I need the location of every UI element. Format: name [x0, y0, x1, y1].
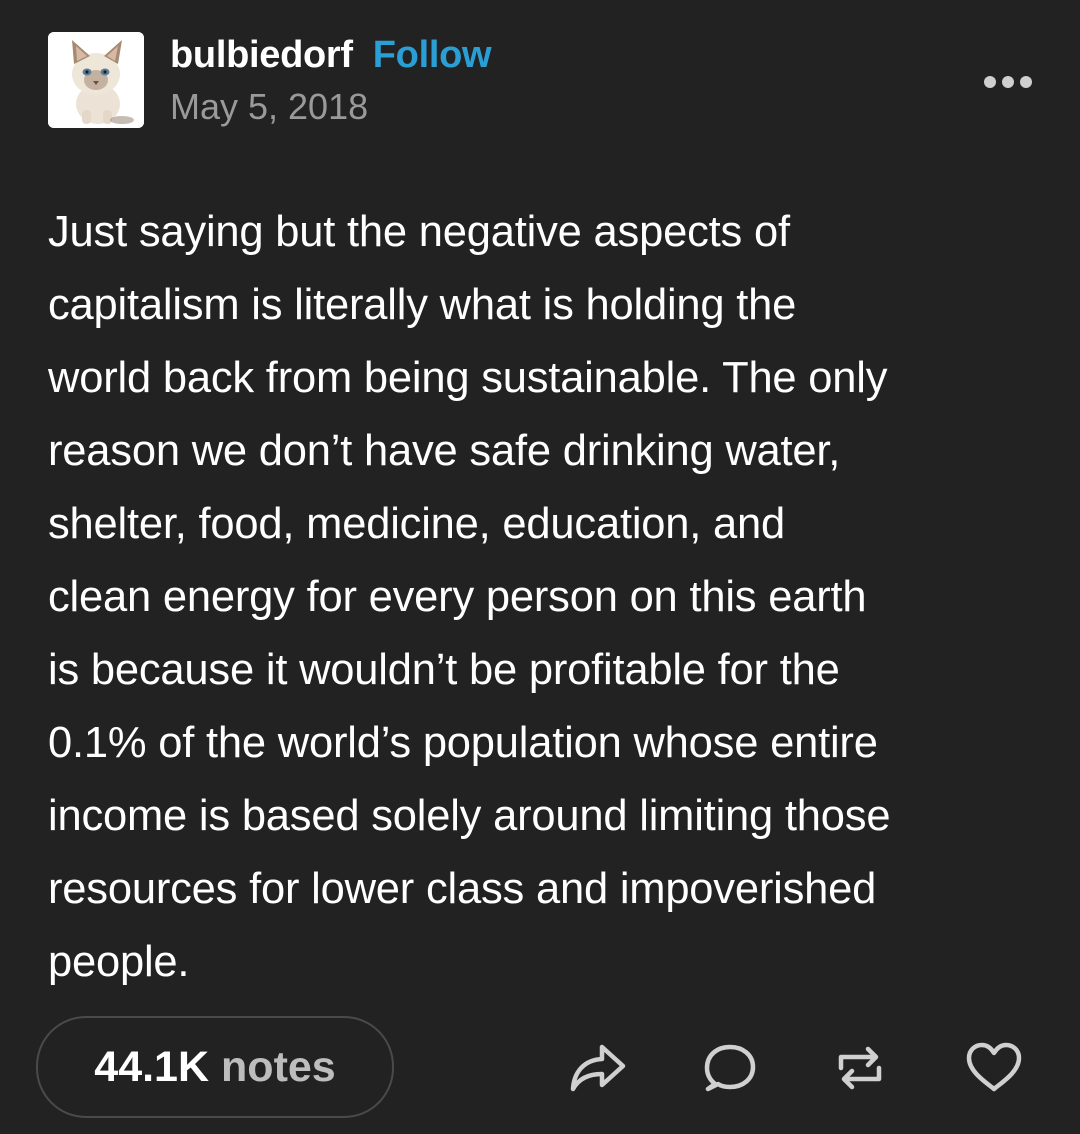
- share-icon[interactable]: [568, 1038, 628, 1098]
- post-body: Just saying but the negative aspects of …: [48, 196, 1048, 999]
- follow-button[interactable]: Follow: [373, 34, 492, 77]
- post-text-line: clean energy for every person on this ea…: [48, 573, 867, 621]
- post-text-line: resources for lower class and impoverish…: [48, 865, 877, 913]
- notes-label: notes: [221, 1042, 336, 1091]
- notes-button[interactable]: 44.1K notes: [36, 1016, 394, 1118]
- name-row: bulbiedorf Follow: [170, 34, 492, 84]
- post-meta: bulbiedorf Follow May 5, 2018: [170, 34, 492, 128]
- post-text-line: Just saying but the negative aspects of: [48, 208, 790, 256]
- post-date: May 5, 2018: [170, 86, 369, 127]
- heart-icon[interactable]: [964, 1038, 1024, 1098]
- post-footer: 44.1K notes: [36, 1016, 1046, 1118]
- post-text-line: income is based solely around limiting t…: [48, 792, 891, 840]
- more-options-icon[interactable]: [984, 72, 1032, 92]
- more-dot: [1020, 76, 1032, 88]
- post-text-line: shelter, food, medicine, education, and: [48, 500, 786, 548]
- notes-count: 44.1K: [94, 1042, 210, 1091]
- post-text-line: is because it wouldn’t be profitable for…: [48, 646, 840, 694]
- avatar[interactable]: [48, 32, 144, 128]
- post-text-line: people.: [48, 938, 190, 986]
- kitten-avatar-image: [48, 32, 144, 128]
- more-dot: [984, 76, 996, 88]
- post-text-line: world back from being sustainable. The o…: [48, 354, 888, 402]
- post-text-line: 0.1% of the world’s population whose ent…: [48, 719, 878, 767]
- post-text-line: reason we don’t have safe drinking water…: [48, 427, 841, 475]
- reblog-icon[interactable]: [830, 1038, 890, 1098]
- comment-icon[interactable]: [700, 1038, 760, 1098]
- username-link[interactable]: bulbiedorf: [170, 34, 353, 77]
- post-text-line: capitalism is literally what is holding …: [48, 281, 797, 329]
- post-header: bulbiedorf Follow May 5, 2018: [48, 32, 1040, 128]
- more-dot: [1002, 76, 1014, 88]
